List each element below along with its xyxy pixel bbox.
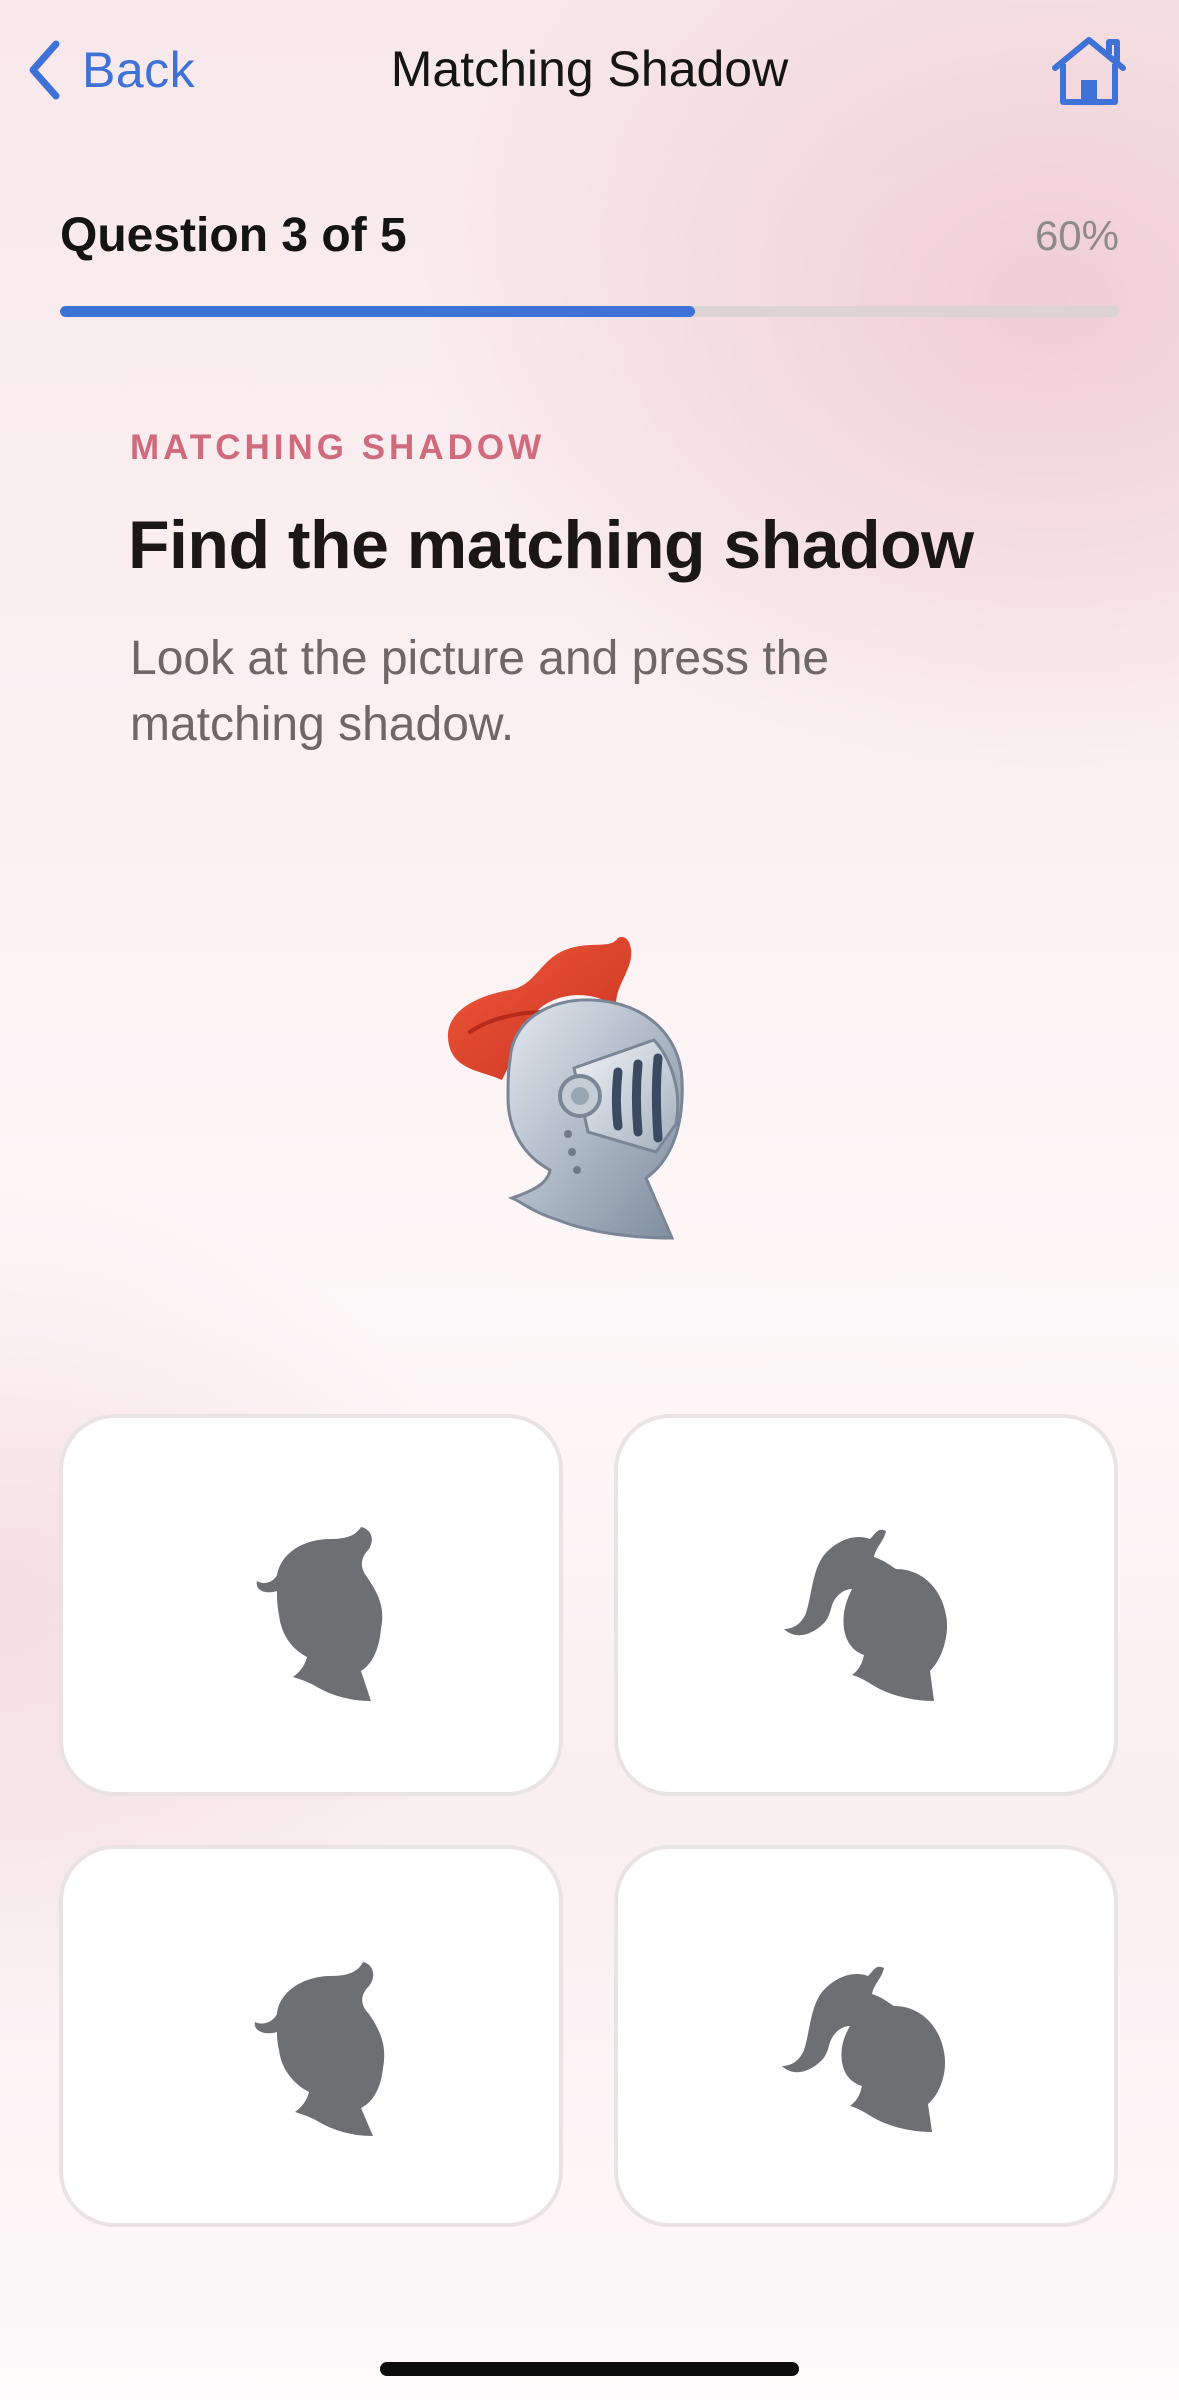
progress-percent: 60%: [1034, 212, 1119, 259]
progress-bar: [60, 306, 1119, 317]
question-counter: Question 3 of 5: [60, 209, 407, 262]
progress-header: Question 3 of 5 60%: [60, 208, 1119, 268]
page-title: Matching Shadow: [390, 41, 789, 97]
knight-helmet-icon: [447, 936, 684, 1240]
helmet-long-plume-silhouette-icon: [782, 1966, 946, 2132]
navigation-bar: Back Matching Shadow: [0, 30, 1179, 110]
home-button[interactable]: [1049, 34, 1129, 106]
progress-bar-fill: [60, 306, 696, 317]
home-indicator[interactable]: [380, 2362, 799, 2376]
activity-eyebrow: MATCHING SHADOW: [130, 428, 546, 467]
answer-option-4[interactable]: [614, 1845, 1118, 2227]
helmet-short-plume-silhouette-icon: [254, 1962, 385, 2136]
question-picture: [440, 920, 740, 1250]
question-instruction: Look at the picture and press the matchi…: [130, 632, 830, 751]
answer-option-2[interactable]: [614, 1414, 1118, 1796]
answer-option-3[interactable]: [59, 1845, 563, 2227]
helmet-long-plume-silhouette-icon: [784, 1529, 948, 1701]
home-icon: [1052, 37, 1126, 105]
helmet-short-plume-silhouette-icon: [256, 1527, 383, 1701]
answer-option-1[interactable]: [59, 1414, 563, 1796]
question-title: Find the matching shadow: [128, 507, 974, 583]
